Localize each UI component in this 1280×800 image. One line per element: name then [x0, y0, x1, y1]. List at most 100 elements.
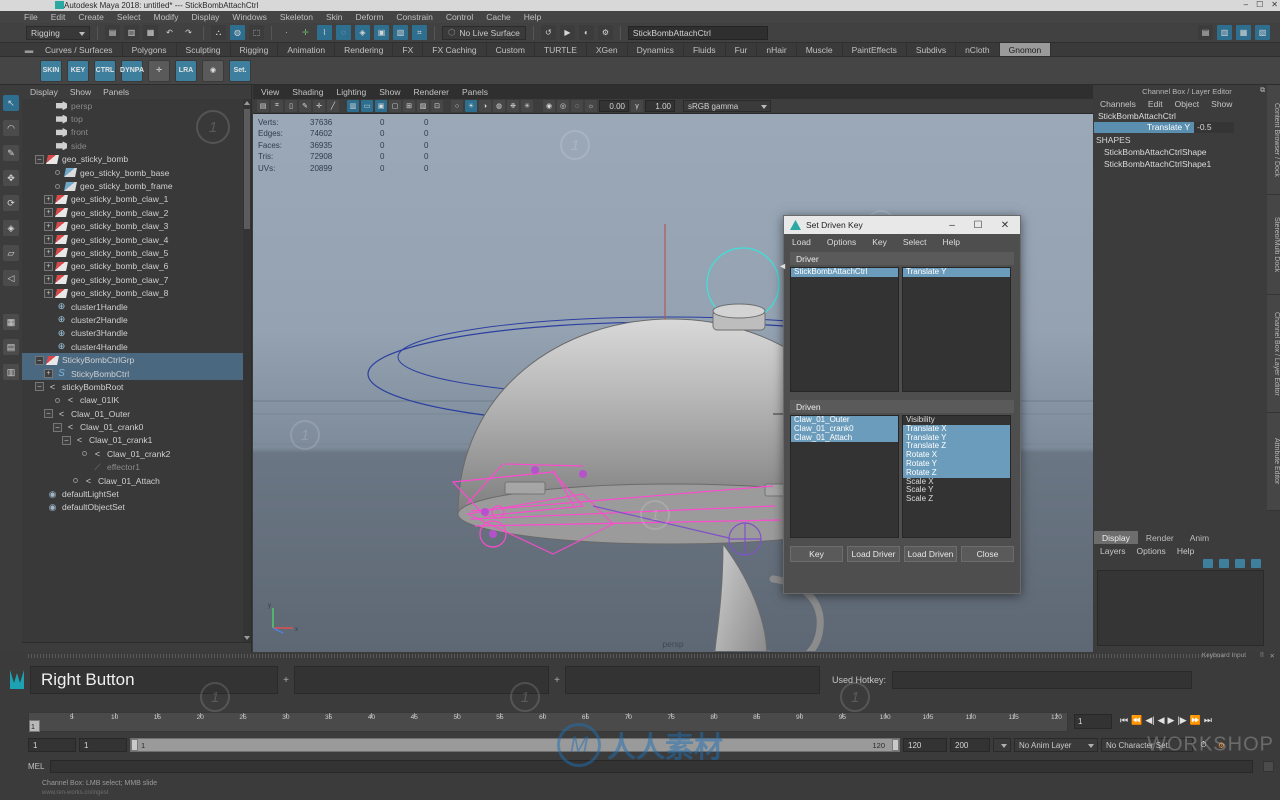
sdk-menu-load[interactable]: Load — [792, 237, 811, 247]
sdk-driver-attribute-item[interactable]: Translate Y — [903, 268, 1010, 277]
new-scene-icon[interactable]: ▤ — [105, 25, 120, 40]
outliner-item-claw-01ik[interactable]: < claw_01IK — [22, 394, 251, 407]
maximize-icon[interactable]: ☐ — [1256, 0, 1263, 9]
shelf-locator-icon[interactable]: ◉ — [202, 59, 224, 82]
shelf-tab-rendering[interactable]: Rendering — [335, 43, 394, 56]
shelf-tab-curves-surfaces[interactable]: Curves / Surfaces — [36, 43, 123, 56]
set-driven-key-dialog[interactable]: Set Driven Key – ☐ ✕ Load Options Key Se… — [778, 215, 1021, 594]
menu-control[interactable]: Control — [446, 12, 473, 22]
shelf-set-button[interactable]: Set. — [229, 59, 251, 82]
outliner-item-geo-sticky-bomb-claw-5[interactable]: + geo_sticky_bomb_claw_5 — [22, 246, 251, 259]
outliner-item-geo-sticky-bomb-claw-6[interactable]: + geo_sticky_bomb_claw_6 — [22, 260, 251, 273]
anim-layer-selector[interactable]: No Anim Layer — [1014, 738, 1098, 752]
range-slider-track[interactable]: 1 120 — [130, 738, 900, 752]
current-time-indicator[interactable]: 1 — [29, 720, 40, 732]
outliner-item-cluster2handle[interactable]: ⊕ cluster2Handle — [22, 313, 251, 326]
outliner-item-persp[interactable]: persp — [22, 99, 251, 112]
character-set-selector[interactable]: No Character Set. — [1101, 738, 1193, 752]
menu-display[interactable]: Display — [192, 12, 220, 22]
shelf-skin-button[interactable]: SKIN — [40, 59, 62, 82]
shelf-tab-ncloth[interactable]: nCloth — [956, 43, 1000, 56]
shelf-menu-icon[interactable]: ▬ — [22, 43, 36, 56]
outliner-item-claw-01-attach[interactable]: < Claw_01_Attach — [22, 474, 251, 487]
texture-icon[interactable]: ▨ — [417, 100, 429, 112]
select-camera-icon[interactable]: ▤ — [257, 100, 269, 112]
snap-point-icon[interactable]: · — [279, 25, 294, 40]
isolate-select-icon[interactable]: ◉ — [543, 100, 555, 112]
menu-skeleton[interactable]: Skeleton — [280, 12, 313, 22]
paint-select-tool-icon[interactable]: ✎ — [3, 145, 19, 161]
shelf-tab-fx-caching[interactable]: FX Caching — [423, 43, 487, 56]
keyboard-input-field-3[interactable] — [565, 666, 820, 694]
outliner-item-defaultobjectset[interactable]: ◉ defaultObjectSet — [22, 501, 251, 514]
outliner-scrollbar[interactable] — [243, 99, 251, 642]
expand-icon[interactable]: + — [44, 369, 53, 378]
snap-curve-icon[interactable]: ⌇ — [317, 25, 332, 40]
used-hotkey-field[interactable] — [892, 671, 1193, 689]
color-space-selector[interactable]: sRGB gamma — [683, 100, 771, 112]
sdk-close-icon[interactable]: ✕ — [993, 216, 1017, 234]
tool-settings-icon[interactable]: ▦ — [1236, 25, 1251, 40]
tab-content-browser[interactable]: Content Browser / Dock — [1267, 85, 1280, 195]
menu-windows[interactable]: Windows — [232, 12, 266, 22]
sdk-menu-key[interactable]: Key — [872, 237, 887, 247]
outliner-item-stickybombroot[interactable]: – < stickyBombRoot — [22, 380, 251, 393]
shelf-tab-xgen[interactable]: XGen — [586, 43, 628, 56]
sdk-menu-select[interactable]: Select — [903, 237, 927, 247]
quick-select-field[interactable]: StickBombAttachCtrl — [627, 25, 768, 40]
outliner-item-stickybombctrlgrp[interactable]: – StickyBombCtrlGrp — [22, 353, 251, 367]
live-surface-field[interactable]: ⬡ No Live Surface — [442, 25, 526, 40]
shelf-dynpa-button[interactable]: DYNPA — [120, 59, 144, 82]
shelf-tab-fur[interactable]: Fur — [725, 43, 758, 56]
outliner-tree[interactable]: persp top front side – geo_sticky_bomb geo_sti… — [22, 99, 251, 642]
outliner-item-geo-sticky-bomb-claw-7[interactable]: + geo_sticky_bomb_claw_7 — [22, 273, 251, 286]
outliner-item-geo-sticky-bomb-claw-2[interactable]: + geo_sticky_bomb_claw_2 — [22, 206, 251, 219]
shelf-ctrl-button[interactable]: CTRL — [94, 59, 116, 82]
channelbox-toggle-icon[interactable]: ▧ — [1255, 25, 1270, 40]
layer-move-first-icon[interactable] — [1203, 559, 1213, 568]
panel-drag-handle[interactable] — [28, 654, 1223, 658]
auto-keyframe-icon[interactable]: ⏱ — [1196, 737, 1211, 753]
tab-attribute-editor[interactable]: Attribute Editor — [1267, 413, 1280, 511]
expand-icon[interactable]: + — [44, 275, 53, 285]
snap-projected-icon[interactable]: ◈ — [355, 25, 370, 40]
sdk-minimize-icon[interactable]: – — [940, 216, 964, 234]
outliner-item-cluster1handle[interactable]: ⊕ cluster1Handle — [22, 300, 251, 313]
scroll-down-arrow-icon[interactable] — [244, 636, 250, 640]
snap-view-plane-icon[interactable]: ▣ — [374, 25, 389, 40]
collapse-icon[interactable]: – — [35, 355, 44, 365]
rotate-tool-icon[interactable]: ⟳ — [3, 195, 19, 211]
viewport-menu-renderer[interactable]: Renderer — [414, 87, 449, 97]
menu-deform[interactable]: Deform — [356, 12, 384, 22]
redo-icon[interactable]: ↷ — [181, 25, 196, 40]
channelbox-menu-show[interactable]: Show — [1211, 99, 1232, 109]
shelf-tab-rigging[interactable]: Rigging — [230, 43, 279, 56]
shelf-tab-turtle[interactable]: TURTLE — [534, 43, 587, 56]
sdk-driven-attribute-item[interactable]: Scale Z — [903, 494, 1010, 504]
scroll-up-arrow-icon[interactable] — [244, 101, 250, 105]
motion-blur-icon[interactable]: ❉ — [507, 100, 519, 112]
measure-icon[interactable]: ╱ — [327, 100, 339, 112]
last-tool-icon[interactable]: ▱ — [3, 245, 19, 261]
channelbox-shape-1[interactable]: StickBombAttachCtrlShape1 — [1094, 158, 1234, 170]
script-editor-icon[interactable] — [1263, 760, 1274, 772]
xray-active-components-icon[interactable]: ◌ — [571, 100, 583, 112]
menu-skin[interactable]: Skin — [326, 12, 343, 22]
step-forward-frame-icon[interactable]: |▶ — [1177, 715, 1186, 726]
expand-icon[interactable]: + — [44, 261, 53, 271]
sdk-menu-help[interactable]: Help — [943, 237, 960, 247]
menu-constrain[interactable]: Constrain — [396, 12, 432, 22]
channelbox-menu-channels[interactable]: Channels — [1100, 99, 1136, 109]
flat-shade-icon[interactable]: ▢ — [389, 100, 401, 112]
go-to-start-icon[interactable]: ⏮ — [1120, 715, 1128, 726]
sdk-driver-object-item[interactable]: StickBombAttachCtrl — [791, 268, 898, 277]
animation-preferences-icon[interactable]: ⚙ — [1214, 737, 1229, 753]
outliner-item-claw-01-crank2[interactable]: < Claw_01_crank2 — [22, 447, 251, 460]
viewport-menu-panels[interactable]: Panels — [462, 87, 488, 97]
layer-menu-options[interactable]: Options — [1137, 546, 1166, 556]
sdk-driver-object-list[interactable]: StickBombAttachCtrl — [790, 267, 899, 392]
undo-icon[interactable]: ↶ — [162, 25, 177, 40]
pin-icon[interactable]: ⌷ — [1260, 652, 1264, 660]
open-scene-icon[interactable]: ▥ — [124, 25, 139, 40]
layer-tab-anim[interactable]: Anim — [1181, 531, 1218, 544]
